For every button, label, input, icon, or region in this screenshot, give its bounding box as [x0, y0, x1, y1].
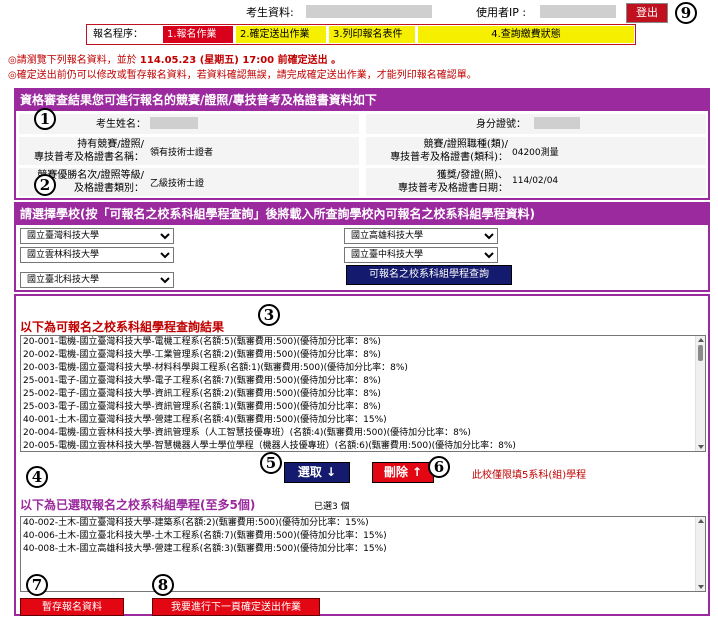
qualification-panel: 資格審查結果您可進行報名的競賽/證照/專技普考及格證書資料如下 考生姓名： 身分… — [14, 88, 710, 200]
award-date-label-line1: 獲獎/發證(照)、 — [436, 170, 508, 181]
next-confirm-button[interactable]: 我要進行下一頁確定送出作業 — [152, 598, 320, 616]
award-date-value: 114/02/04 — [512, 176, 559, 186]
school-select-panel: 請選擇學校(按「可報名之校系科組學程查詢」後將載入所查詢學校內可報名之校系科組學… — [14, 202, 710, 292]
save-draft-button[interactable]: 暫存報名資料 — [20, 598, 124, 616]
school-select-4[interactable]: 國立臺中科技大學 — [344, 247, 498, 263]
school-select-title: 請選擇學校(按「可報名之校系科組學程查詢」後將載入所查詢學校內可報名之校系科組學… — [16, 204, 708, 225]
step-1-registration[interactable]: 1.報名作業 — [163, 26, 233, 43]
step-2-confirm-submit[interactable]: 2.確定送出作業 — [236, 26, 326, 43]
step-3-print-forms[interactable]: 3.列印報名表件 — [329, 26, 415, 43]
available-program-option[interactable]: 20-004-電機-國立雲林科技大學-資訊管理系（人工智慧技優專班）(名額:4)… — [21, 427, 705, 440]
available-program-option[interactable]: 20-002-電機-國立臺灣科技大學-工業管理系(名額:2)(甄審費用:500)… — [21, 349, 705, 362]
available-program-option[interactable]: 40-001-土木-國立臺灣科技大學-營建工程系(名額:4)(甄審費用:500)… — [21, 414, 705, 427]
cert-name-value: 領有技術士證者 — [150, 148, 214, 158]
school-select-1[interactable]: 國立臺灣科技大學 — [20, 228, 174, 244]
user-ip-label: 使用者IP : — [476, 6, 527, 19]
procedure-label: 報名程序： — [93, 29, 143, 40]
deadline-notice-suffix: 前確定送出 。 — [274, 55, 342, 66]
available-program-option[interactable]: 25-003-電子-國立臺灣科技大學-資訊管理系(名額:1)(甄審費用:500)… — [21, 401, 705, 414]
cert-category-value: 04200測量 — [512, 148, 559, 158]
selected-programs-scrollbar[interactable] — [695, 517, 705, 591]
marker-4: 4 — [26, 466, 48, 488]
award-date-label: 獲獎/發證(照)、 專技普考及格證書日期： — [368, 169, 508, 195]
programs-panel: 以下為可報名之校系科組學程查詢結果 20-001-電機-國立臺灣科技大學-電機工… — [14, 294, 710, 616]
deadline-notice-prefix: ◎請瀏覽下列報名資料，並於 — [8, 55, 140, 66]
marker-2: 2 — [34, 174, 56, 196]
step-4-payment-status[interactable]: 4.查詢繳費狀態 — [418, 26, 634, 43]
available-programs-listbox[interactable]: 20-001-電機-國立臺灣科技大學-電機工程系(名額:5)(甄審費用:500)… — [20, 335, 706, 452]
cert-name-label: 持有競賽/證照/ 專技普考及格證書名稱： — [20, 138, 144, 164]
limit-note: 此校僅限填5系科(組)學程 — [472, 470, 587, 481]
available-program-option[interactable]: 20-001-電機-國立臺灣科技大學-電機工程系(名額:5)(甄審費用:500)… — [21, 336, 705, 349]
available-program-option[interactable]: 25-001-電子-國立臺灣科技大學-電子工程系(名額:7)(甄審費用:500)… — [21, 375, 705, 388]
selected-count: 已選3 個 — [314, 502, 350, 512]
marker-7: 7 — [26, 574, 48, 596]
marker-9: 9 — [675, 2, 697, 24]
available-program-option[interactable]: 20-005-電機-國立雲林科技大學-智慧機器人學士學位學程（機器人技優專班）(… — [21, 440, 705, 451]
rank-value: 乙級技術士證 — [150, 179, 205, 189]
logout-button[interactable]: 登出 — [626, 3, 668, 23]
marker-6: 6 — [428, 456, 450, 478]
available-program-option[interactable]: 25-002-電子-國立臺灣科技大學-資訊工程系(名額:2)(甄審費用:500)… — [21, 388, 705, 401]
applicant-label: 考生資料: — [246, 6, 294, 19]
cert-category-label-line2: 專技普考及格證書(類科)： — [390, 152, 508, 163]
id-value-redacted — [534, 117, 580, 129]
query-programs-button[interactable]: 可報名之校系科組學程查詢 — [346, 265, 512, 285]
cert-category-label: 競賽/證照職種(類)/ 專技普考及格證書(類科)： — [368, 138, 508, 164]
cert-name-label-line2: 專技普考及格證書名稱： — [34, 152, 144, 163]
school-select-3[interactable]: 國立雲林科技大學 — [20, 247, 174, 263]
selected-title: 以下為已選取報名之校系科組學程(至多5個) — [20, 498, 256, 512]
marker-5: 5 — [260, 452, 282, 474]
marker-1: 1 — [34, 108, 56, 130]
marker-8: 8 — [152, 574, 174, 596]
cert-category-label-line1: 競賽/證照職種(類)/ — [423, 139, 508, 150]
procedure-steps-bar: 報名程序： 1.報名作業 2.確定送出作業 3.列印報名表件 4.查詢繳費狀態 — [86, 24, 636, 45]
school-select-2[interactable]: 國立高雄科技大學 — [344, 228, 498, 244]
selected-programs-listbox[interactable]: 40-002-土木-國立臺灣科技大學-建築系(名額:2)(甄審費用:500)(優… — [20, 516, 706, 592]
available-program-option[interactable]: 20-003-電機-國立臺灣科技大學-材料科學與工程系(名額:1)(甄審費用:5… — [21, 362, 705, 375]
name-label: 考生姓名： — [96, 119, 146, 130]
qualification-title: 資格審查結果您可進行報名的競賽/證照/專技普考及格證書資料如下 — [16, 90, 708, 111]
deadline-notice: ◎請瀏覽下列報名資料，並於 114.05.23 (星期五) 17:00 前確定送… — [8, 51, 341, 66]
results-title: 以下為可報名之校系科組學程查詢結果 — [20, 320, 225, 334]
deadline-datetime: 114.05.23 (星期五) 17:00 — [139, 55, 275, 66]
confirm-notice: ◎確定送出前仍可以修改或暫存報名資料，若資料確認無誤，請完成確定送出作業，才能列… — [8, 70, 477, 81]
delete-program-button[interactable]: 刪除 ↑ — [372, 462, 434, 483]
school-select-5[interactable]: 國立臺北科技大學 — [20, 272, 174, 288]
cert-name-label-line1: 持有競賽/證照/ — [77, 139, 144, 150]
select-program-button[interactable]: 選取 ↓ — [284, 462, 350, 483]
selected-program-option[interactable]: 40-006-土木-國立臺北科技大學-土木工程系(名額:7)(甄審費用:500)… — [21, 530, 705, 543]
selected-program-option[interactable]: 40-008-土木-國立高雄科技大學-營建工程系(名額:3)(甄審費用:500)… — [21, 543, 705, 556]
applicant-value-redacted — [306, 5, 432, 18]
name-value-redacted — [150, 117, 198, 129]
selected-program-option[interactable]: 40-002-土木-國立臺灣科技大學-建築系(名額:2)(甄審費用:500)(優… — [21, 517, 705, 530]
id-label: 身分證號： — [476, 119, 526, 130]
available-programs-scrollbar[interactable] — [695, 336, 705, 451]
award-date-label-line2: 專技普考及格證書日期： — [398, 183, 508, 194]
marker-3: 3 — [258, 304, 280, 326]
user-ip-value-redacted — [540, 5, 616, 18]
